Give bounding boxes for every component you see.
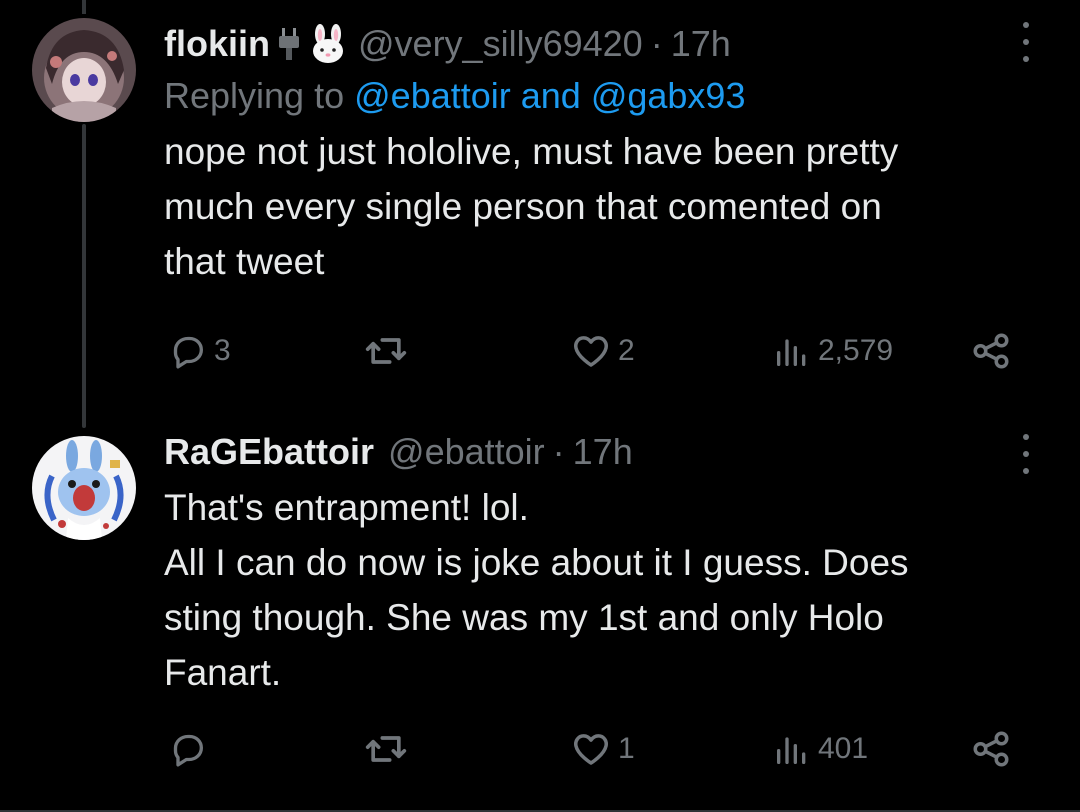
like-button[interactable]: 2 [570,326,635,376]
replying-to: Replying to @ebattoir and @gabx93 [164,70,1020,122]
tweet-text-line: That's entrapment! lol. [164,487,529,528]
like-count: 2 [618,334,635,367]
views-button[interactable]: 2,579 [772,326,893,376]
tweet-2[interactable]: RaGEbattoir @ebattoir · 17h That's entra… [0,410,1080,812]
like-count: 1 [618,732,635,765]
retweet-button[interactable] [364,326,414,376]
view-count: 401 [818,732,869,765]
reply-button[interactable] [168,724,214,774]
timestamp[interactable]: 17h [573,431,633,473]
reply-icon [173,734,203,767]
separator-dot: · [552,431,565,472]
analytics-icon [777,737,806,764]
user-handle[interactable]: @very_silly69420 [358,23,643,65]
tweet-text: That's entrapment! lol. All I can do now… [164,480,1020,700]
retweet-icon [365,736,407,762]
user-handle[interactable]: @ebattoir [388,431,545,473]
reply-icon [173,336,203,369]
views-button[interactable]: 401 [772,724,868,774]
reply-mentions[interactable]: @ebattoir and @gabx93 [354,75,745,116]
tweet-1[interactable]: flokiin @very_silly69420 · 17h Replying … [0,0,1080,410]
heart-icon [574,734,608,765]
separator-dot: · [650,23,663,64]
heart-icon [574,336,608,367]
tweet-text-line: All I can do now is joke about it I gues… [164,542,909,583]
rabbit-face-icon [308,24,348,64]
retweet-icon [365,338,407,364]
timestamp[interactable]: 17h [671,23,731,65]
tweet-text: nope not just hololive, must have been p… [164,124,1020,289]
display-name[interactable]: RaGEbattoir [164,431,374,473]
tweet-actions: 1 401 [0,724,1080,774]
analytics-icon [777,339,806,366]
share-icon [973,731,1009,767]
display-name[interactable]: flokiin [164,23,270,65]
tweet-text-line: Fanart. [164,652,282,693]
retweet-button[interactable] [364,724,414,774]
replying-to-label: Replying to [164,75,345,116]
reply-button[interactable]: 3 [168,326,231,376]
tweet-text-line: much every single person that comented o… [164,186,882,227]
tweet-text-line: sting though. She was my 1st and only Ho… [164,597,884,638]
view-count: 2,579 [818,334,894,367]
share-icon [973,333,1009,369]
like-button[interactable]: 1 [570,724,635,774]
share-button[interactable] [970,326,1012,376]
plug-icon [276,26,302,62]
reply-count: 3 [214,334,231,367]
share-button[interactable] [970,724,1012,774]
avatar[interactable] [32,436,136,540]
tweet-text-line: nope not just hololive, must have been p… [164,131,899,172]
tweet-actions: 3 2 2,579 [0,326,1080,376]
tweet-text-line: that tweet [164,241,325,282]
avatar[interactable] [32,18,136,122]
